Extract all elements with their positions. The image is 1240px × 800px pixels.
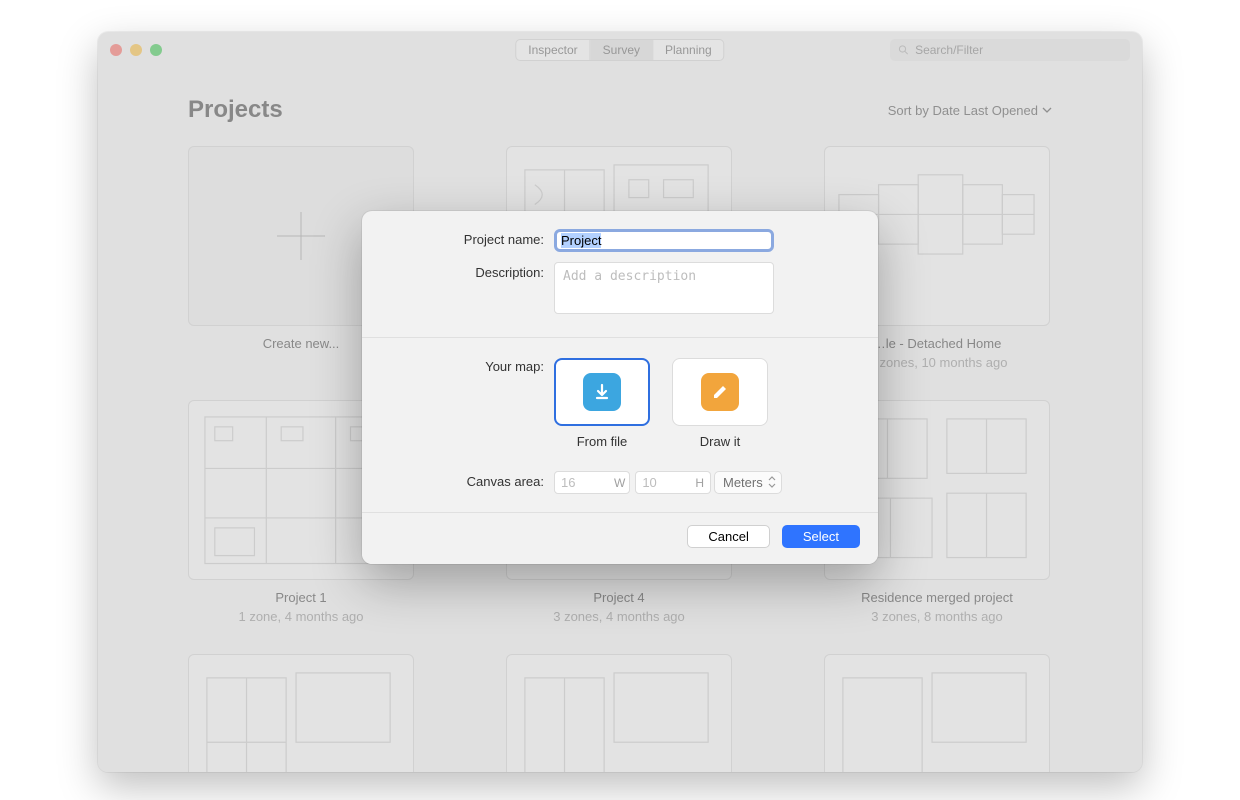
height-unit-label: H xyxy=(695,476,704,490)
project-thumb[interactable] xyxy=(188,654,414,772)
header-row: Projects Sort by Date Last Opened xyxy=(188,96,1052,124)
stepper-icon xyxy=(768,476,776,488)
project-thumb[interactable] xyxy=(824,654,1050,772)
units-value: Meters xyxy=(723,475,763,490)
traffic-lights xyxy=(110,44,162,56)
floorplan-icon xyxy=(197,663,405,772)
titlebar: Inspector Survey Planning xyxy=(98,32,1142,68)
description-input[interactable] xyxy=(554,262,774,314)
tab-planning[interactable]: Planning xyxy=(653,40,724,60)
card-title: Project 4 xyxy=(593,590,644,605)
modal-section-map: Your map: From file xyxy=(362,338,878,513)
map-option-label: Draw it xyxy=(700,434,740,449)
plus-icon xyxy=(273,208,329,264)
card-subtitle: 1 zone, 4 months ago xyxy=(238,609,363,624)
project-card[interactable] xyxy=(824,654,1050,772)
card-title: …le - Detached Home xyxy=(873,336,1002,351)
map-option-draw-it[interactable]: Draw it xyxy=(672,358,768,449)
select-button[interactable]: Select xyxy=(782,525,860,548)
width-unit-label: W xyxy=(614,476,625,490)
canvas-units-select[interactable]: Meters xyxy=(714,471,782,494)
description-label: Description: xyxy=(382,262,554,280)
project-thumb[interactable] xyxy=(506,654,732,772)
chevron-down-icon xyxy=(1042,107,1052,113)
map-options: From file Draw it xyxy=(554,358,850,449)
new-project-dialog: Project name: Description: Your map: xyxy=(362,211,878,564)
sort-dropdown[interactable]: Sort by Date Last Opened xyxy=(888,103,1052,118)
card-subtitle: …zones, 10 months ago xyxy=(867,355,1008,370)
map-option-from-file[interactable]: From file xyxy=(554,358,650,449)
project-name-label: Project name: xyxy=(382,229,554,247)
search-input[interactable] xyxy=(915,43,1122,57)
canvas-area-controls: W H Meters xyxy=(554,471,850,494)
window-maximize-button[interactable] xyxy=(150,44,162,56)
project-card[interactable] xyxy=(506,654,732,772)
mode-segmented-control: Inspector Survey Planning xyxy=(515,39,724,61)
project-card[interactable] xyxy=(188,654,414,772)
your-map-label: Your map: xyxy=(382,356,554,374)
page-title: Projects xyxy=(188,96,283,124)
window-minimize-button[interactable] xyxy=(130,44,142,56)
floorplan-icon xyxy=(515,663,723,772)
pencil-icon xyxy=(701,373,739,411)
modal-section-name: Project name: Description: xyxy=(362,211,878,338)
download-icon xyxy=(583,373,621,411)
tab-inspector[interactable]: Inspector xyxy=(516,40,590,60)
window-close-button[interactable] xyxy=(110,44,122,56)
card-subtitle: 3 zones, 4 months ago xyxy=(553,609,685,624)
project-name-input[interactable] xyxy=(554,229,774,252)
search-icon xyxy=(898,44,909,56)
modal-footer: Cancel Select xyxy=(362,513,878,564)
canvas-area-label: Canvas area: xyxy=(382,471,554,489)
floorplan-icon xyxy=(833,663,1041,772)
card-title: Residence merged project xyxy=(861,590,1013,605)
map-option-label: From file xyxy=(577,434,628,449)
card-title: Create new... xyxy=(263,336,340,351)
search-field[interactable] xyxy=(890,39,1130,61)
tab-survey[interactable]: Survey xyxy=(591,40,653,60)
card-subtitle: 3 zones, 8 months ago xyxy=(871,609,1003,624)
sort-label-text: Sort by Date Last Opened xyxy=(888,103,1038,118)
cancel-button[interactable]: Cancel xyxy=(687,525,769,548)
card-title: Project 1 xyxy=(275,590,326,605)
